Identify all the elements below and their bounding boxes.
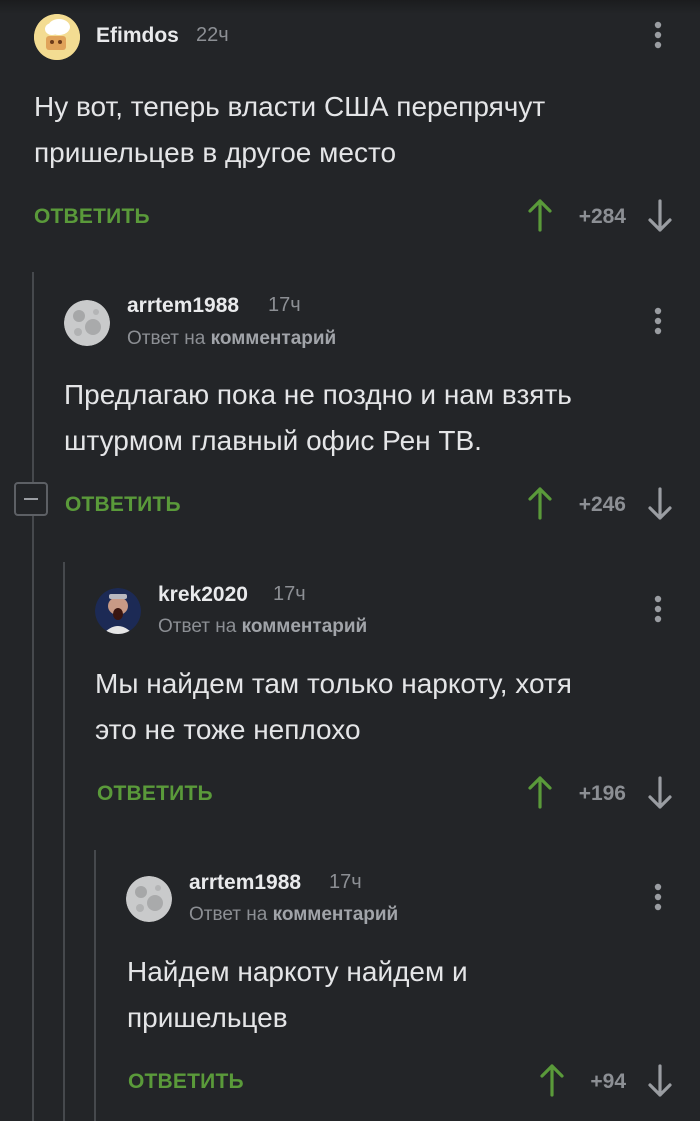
downvote-arrow-icon[interactable] bbox=[645, 1064, 675, 1098]
moon-avatar-icon[interactable] bbox=[64, 300, 110, 346]
comment-text: Найдем наркоту найдем и пришельцев bbox=[127, 956, 468, 1033]
username[interactable]: krek2020 bbox=[158, 583, 248, 607]
username[interactable]: arrtem1988 bbox=[127, 294, 239, 318]
thread-line bbox=[63, 562, 65, 1121]
comment-rating: +94 bbox=[590, 1070, 626, 1093]
thread-line bbox=[32, 272, 34, 1121]
collapse-thread-button[interactable] bbox=[14, 482, 48, 516]
comment-text: Ну вот, теперь власти США перепрячут при… bbox=[34, 91, 546, 168]
reply-to-link[interactable]: комментарий bbox=[273, 904, 399, 925]
comment-rating: +196 bbox=[578, 782, 626, 805]
comment-time: 17ч bbox=[268, 294, 301, 316]
reply-button[interactable]: ОТВЕТИТЬ bbox=[97, 782, 213, 806]
comment-time: 22ч bbox=[196, 24, 229, 46]
reply-button[interactable]: ОТВЕТИТЬ bbox=[34, 205, 150, 229]
comment-rating: +284 bbox=[578, 205, 626, 228]
reply-to-label: Ответ на комментарий bbox=[127, 328, 337, 349]
more-options-icon[interactable] bbox=[648, 306, 668, 336]
downvote-arrow-icon[interactable] bbox=[645, 776, 675, 810]
reply-to-label: Ответ на комментарий bbox=[158, 616, 368, 637]
reply-button[interactable]: ОТВЕТИТЬ bbox=[65, 493, 181, 517]
reply-to-link[interactable]: комментарий bbox=[211, 328, 337, 349]
thread-line bbox=[94, 850, 96, 1121]
comment-time: 17ч bbox=[329, 871, 362, 893]
cartoon-avatar-icon[interactable] bbox=[34, 14, 80, 60]
reply-to-link[interactable]: комментарий bbox=[242, 616, 368, 637]
moon-avatar-icon[interactable] bbox=[126, 876, 172, 922]
reply-button[interactable]: ОТВЕТИТЬ bbox=[128, 1070, 244, 1094]
downvote-arrow-icon[interactable] bbox=[645, 487, 675, 521]
upvote-arrow-icon[interactable] bbox=[525, 198, 555, 232]
comment-text: Мы найдем там только наркоту, хотя это н… bbox=[95, 668, 572, 745]
comment-text: Предлагаю пока не поздно и нам взять шту… bbox=[64, 379, 572, 456]
photo-avatar-icon[interactable] bbox=[95, 588, 141, 634]
comment-time: 17ч bbox=[273, 583, 306, 605]
upvote-arrow-icon[interactable] bbox=[525, 775, 555, 809]
upvote-arrow-icon[interactable] bbox=[537, 1063, 567, 1097]
downvote-arrow-icon[interactable] bbox=[645, 199, 675, 233]
more-options-icon[interactable] bbox=[648, 594, 668, 624]
status-bar-shade bbox=[0, 0, 700, 14]
more-options-icon[interactable] bbox=[648, 20, 668, 50]
reply-to-label: Ответ на комментарий bbox=[189, 904, 399, 925]
username[interactable]: arrtem1988 bbox=[189, 871, 301, 895]
more-options-icon[interactable] bbox=[648, 882, 668, 912]
comment-rating: +246 bbox=[578, 493, 626, 516]
upvote-arrow-icon[interactable] bbox=[525, 486, 555, 520]
username[interactable]: Efimdos bbox=[96, 24, 179, 48]
